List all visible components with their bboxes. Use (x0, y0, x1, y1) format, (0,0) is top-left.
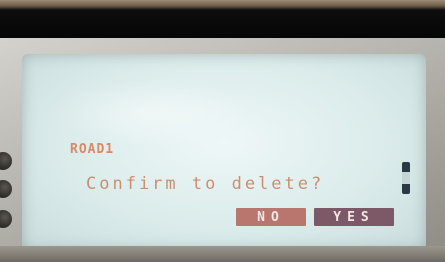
lcd-screen: ROAD1 Confirm to delete? NO YES (22, 54, 426, 250)
device-photo: ROAD1 Confirm to delete? NO YES (0, 0, 445, 262)
side-button-group (0, 150, 14, 260)
scroll-thumb (402, 172, 410, 184)
scroll-indicator (402, 162, 410, 194)
side-button-3[interactable] (0, 210, 12, 228)
side-button-2[interactable] (0, 180, 12, 198)
side-button-1[interactable] (0, 152, 12, 170)
confirm-delete-prompt: Confirm to delete? (86, 174, 325, 194)
lower-bezel (0, 246, 445, 262)
screen-glare (52, 78, 252, 148)
no-button[interactable]: NO (236, 208, 306, 226)
top-frame (0, 0, 445, 40)
record-name-label: ROAD1 (70, 142, 115, 157)
yes-button[interactable]: YES (314, 208, 394, 226)
